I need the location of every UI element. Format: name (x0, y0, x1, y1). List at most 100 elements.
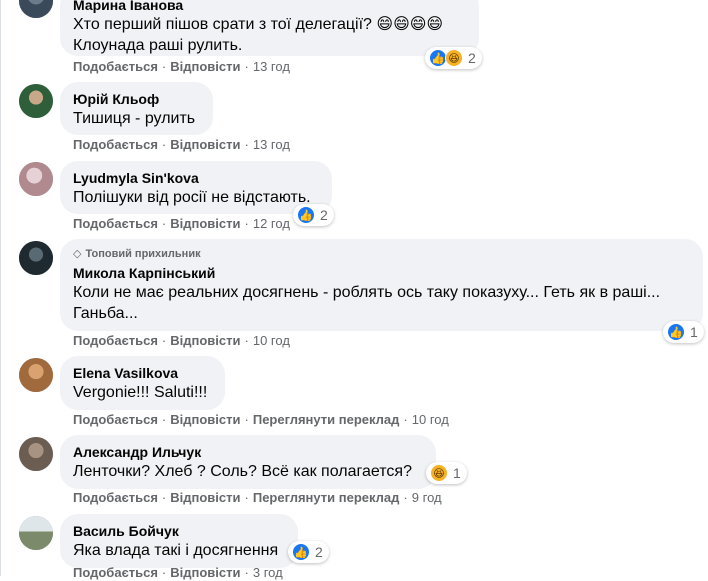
reply-link[interactable]: Відповісти (170, 59, 240, 74)
comment-actions: Подобається · Відповісти · Переглянути перек… (73, 412, 449, 428)
reaction-count: 2 (315, 544, 323, 560)
comment-actions: Подобається · Відповісти · 12 год (73, 216, 290, 232)
separator: · (244, 565, 249, 580)
avatar-image (19, 84, 53, 118)
comment-actions: Подобається · Відповісти · 10 год (73, 333, 290, 349)
comment-author[interactable]: Марина Іванова (73, 0, 466, 14)
haha-icon: 😆 (445, 49, 463, 67)
comment-author[interactable]: Василь Бойчук (73, 522, 285, 540)
comment-bubble: Lyudmyla Sin'kova Полішуки від росії не … (60, 161, 332, 214)
like-link[interactable]: Подобається (73, 216, 158, 231)
like-link[interactable]: Подобається (73, 59, 158, 74)
thread-left-rule (0, 0, 1, 576)
reactions-summary[interactable]: 👍 1 (663, 321, 704, 343)
comment-text-line: Полішуки від росії не відстають. (73, 189, 311, 206)
like-link[interactable]: Подобається (73, 565, 158, 580)
reaction-count: 1 (453, 465, 461, 481)
separator: · (244, 333, 249, 348)
avatar[interactable] (19, 162, 53, 196)
reaction-count: 2 (468, 50, 476, 66)
comment-author[interactable]: Lyudmyla Sin'kova (73, 169, 319, 187)
separator: · (161, 333, 167, 348)
comment-bubble: Марина Іванова Хто перший пішов срати з … (60, 0, 479, 56)
avatar[interactable] (19, 241, 53, 275)
comment-actions: Подобається · Відповісти · 3 год (73, 565, 283, 581)
reply-link[interactable]: Відповісти (170, 137, 240, 152)
avatar[interactable] (19, 516, 53, 550)
badge-label: Топовий прихильник (85, 248, 201, 260)
reactions-summary[interactable]: 👍 2 (288, 541, 329, 563)
timestamp[interactable]: 10 год (253, 333, 290, 348)
separator: · (161, 565, 167, 580)
timestamp[interactable]: 12 год (253, 216, 290, 231)
separator: · (161, 216, 167, 231)
separator: · (161, 59, 167, 74)
reply-link[interactable]: Відповісти (170, 333, 240, 348)
avatar-image (19, 0, 53, 18)
reply-link[interactable]: Відповісти (170, 565, 240, 580)
separator: · (244, 216, 249, 231)
separator: · (244, 412, 249, 427)
comment-actions: Подобається · Відповісти · Переглянути перек… (73, 490, 442, 506)
avatar[interactable] (19, 0, 53, 18)
like-icon: 👍 (297, 206, 315, 224)
separator: · (161, 412, 167, 427)
separator: · (244, 490, 249, 505)
reply-link[interactable]: Відповісти (170, 216, 240, 231)
avatar-image (19, 162, 53, 196)
comment-text-line: Хто перший пішов срати з тої делегації? … (73, 16, 444, 33)
like-link[interactable]: Подобається (73, 412, 158, 427)
diamond-icon: ◇ (73, 248, 82, 260)
separator: · (403, 490, 408, 505)
avatar[interactable] (19, 84, 53, 118)
separator: · (161, 137, 167, 152)
like-icon: 👍 (667, 323, 685, 341)
comment-bubble: Василь Бойчук Яка влада такі і досягненн… (60, 514, 298, 568)
translate-link[interactable]: Переглянути переклад (253, 490, 400, 505)
like-icon: 👍 (292, 543, 310, 561)
timestamp[interactable]: 9 год (412, 490, 442, 505)
like-link[interactable]: Подобається (73, 137, 158, 152)
reactions-summary[interactable]: 👍 😆 2 (425, 47, 482, 69)
separator: · (161, 490, 167, 505)
like-link[interactable]: Подобається (73, 490, 158, 505)
comment-actions: Подобається · Відповісти · 13 год (73, 137, 290, 153)
comment-text-line: Ленточки? Хлеб ? Соль? Всё как полагаетс… (73, 463, 412, 480)
comment-bubble: Александр Ильчук Ленточки? Хлеб ? Соль? … (60, 435, 436, 489)
avatar[interactable] (19, 358, 53, 392)
comment-author[interactable]: Юрій Кльоф (73, 90, 200, 108)
comment-author[interactable]: Elena Vasilkova (73, 364, 212, 382)
comment-bubble: Юрій Кльоф Тишиця - рулить (60, 82, 213, 135)
comment-text-line: Клоунада раші рулить. (73, 37, 243, 54)
avatar-image (19, 437, 53, 471)
timestamp[interactable]: 13 год (253, 137, 290, 152)
timestamp[interactable]: 10 год (412, 412, 449, 427)
comment-text-line: Vergonie!!! Saluti!!! (73, 384, 208, 401)
comment-text-line: Тишиця - рулить (73, 110, 196, 127)
comment-text-line: Ганьба... (73, 305, 138, 322)
avatar-image (19, 241, 53, 275)
comment-author[interactable]: Микола Карпінський (73, 264, 690, 282)
separator: · (244, 59, 249, 74)
avatar[interactable] (19, 437, 53, 471)
comment-bubble: Elena Vasilkova Vergonie!!! Saluti!!! (60, 356, 225, 410)
reply-link[interactable]: Відповісти (170, 490, 240, 505)
reactions-summary[interactable]: 👍 2 (293, 204, 334, 226)
comment-bubble: ◇ Топовий прихильник Микола Карпінський К… (60, 239, 703, 331)
like-link[interactable]: Подобається (73, 333, 158, 348)
reactions-summary[interactable]: 😆 1 (426, 462, 467, 484)
timestamp[interactable]: 13 год (253, 59, 290, 74)
avatar-image (19, 516, 53, 550)
reply-link[interactable]: Відповісти (170, 412, 240, 427)
reaction-count: 1 (690, 324, 698, 340)
separator: · (244, 137, 249, 152)
comment-author[interactable]: Александр Ильчук (73, 443, 423, 461)
haha-icon: 😆 (430, 464, 448, 482)
translate-link[interactable]: Переглянути переклад (253, 412, 400, 427)
separator: · (403, 412, 408, 427)
top-fan-badge: ◇ Топовий прихильник (73, 247, 690, 261)
timestamp[interactable]: 3 год (253, 565, 283, 580)
comment-text-line: Коли не має реальних досягнень - роблять… (73, 284, 661, 301)
reaction-count: 2 (320, 207, 328, 223)
avatar-image (19, 358, 53, 392)
